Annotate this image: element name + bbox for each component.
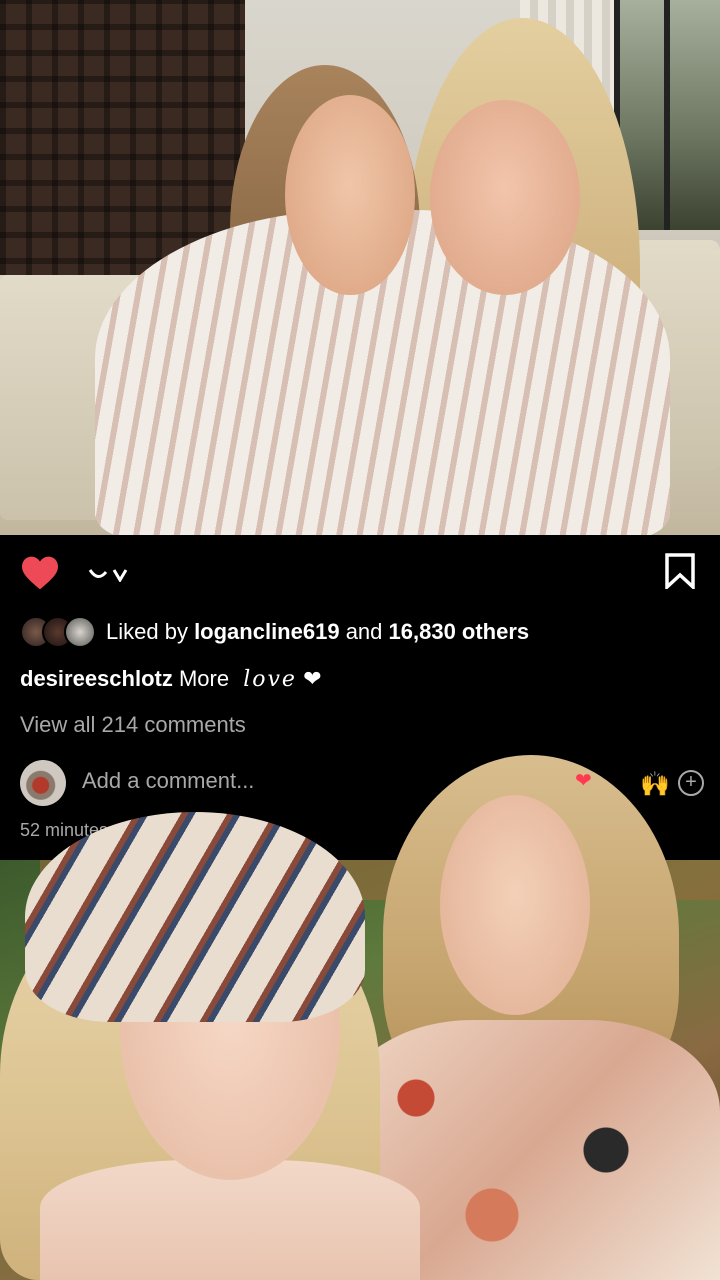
person-face bbox=[430, 100, 580, 295]
head-scarf bbox=[25, 812, 365, 1022]
raised-hands-emoji-button[interactable]: 🙌 bbox=[640, 770, 670, 799]
avatar bbox=[20, 760, 66, 806]
heart-emoji: ❤ bbox=[575, 770, 592, 792]
liked-by-user[interactable]: logancline619 bbox=[194, 619, 340, 644]
likes-count[interactable]: 16,830 others bbox=[389, 619, 530, 644]
person-face bbox=[285, 95, 415, 295]
likes-row[interactable]: Liked by logancline619 and 16,830 others bbox=[20, 616, 529, 648]
person-face bbox=[440, 795, 590, 1015]
post-photo[interactable] bbox=[0, 0, 720, 535]
liked-by-prefix: Liked by bbox=[106, 619, 195, 644]
heart-icon[interactable] bbox=[20, 555, 60, 591]
screen: Liked by logancline619 and 16,830 others… bbox=[0, 0, 720, 1280]
caption-heart-emoji: ❤ bbox=[303, 666, 322, 691]
comment-icon[interactable] bbox=[88, 568, 128, 582]
caption-text: love bbox=[243, 667, 297, 692]
caption: desireeschlotz More love ❤ bbox=[20, 666, 322, 692]
plus-circle-icon[interactable]: + bbox=[678, 770, 704, 796]
liker-avatars bbox=[20, 616, 96, 648]
caption-more-link[interactable]: More bbox=[179, 666, 229, 691]
view-all-comments-link[interactable]: View all 214 comments bbox=[20, 712, 246, 738]
likes-text: Liked by logancline619 and 16,830 others bbox=[106, 619, 529, 645]
avatar bbox=[64, 616, 96, 648]
caption-username[interactable]: desireeschlotz bbox=[20, 666, 173, 691]
liked-by-and: and bbox=[339, 619, 389, 644]
comment-input[interactable]: Add a comment... bbox=[82, 768, 254, 794]
bookmark-icon[interactable] bbox=[664, 553, 696, 589]
